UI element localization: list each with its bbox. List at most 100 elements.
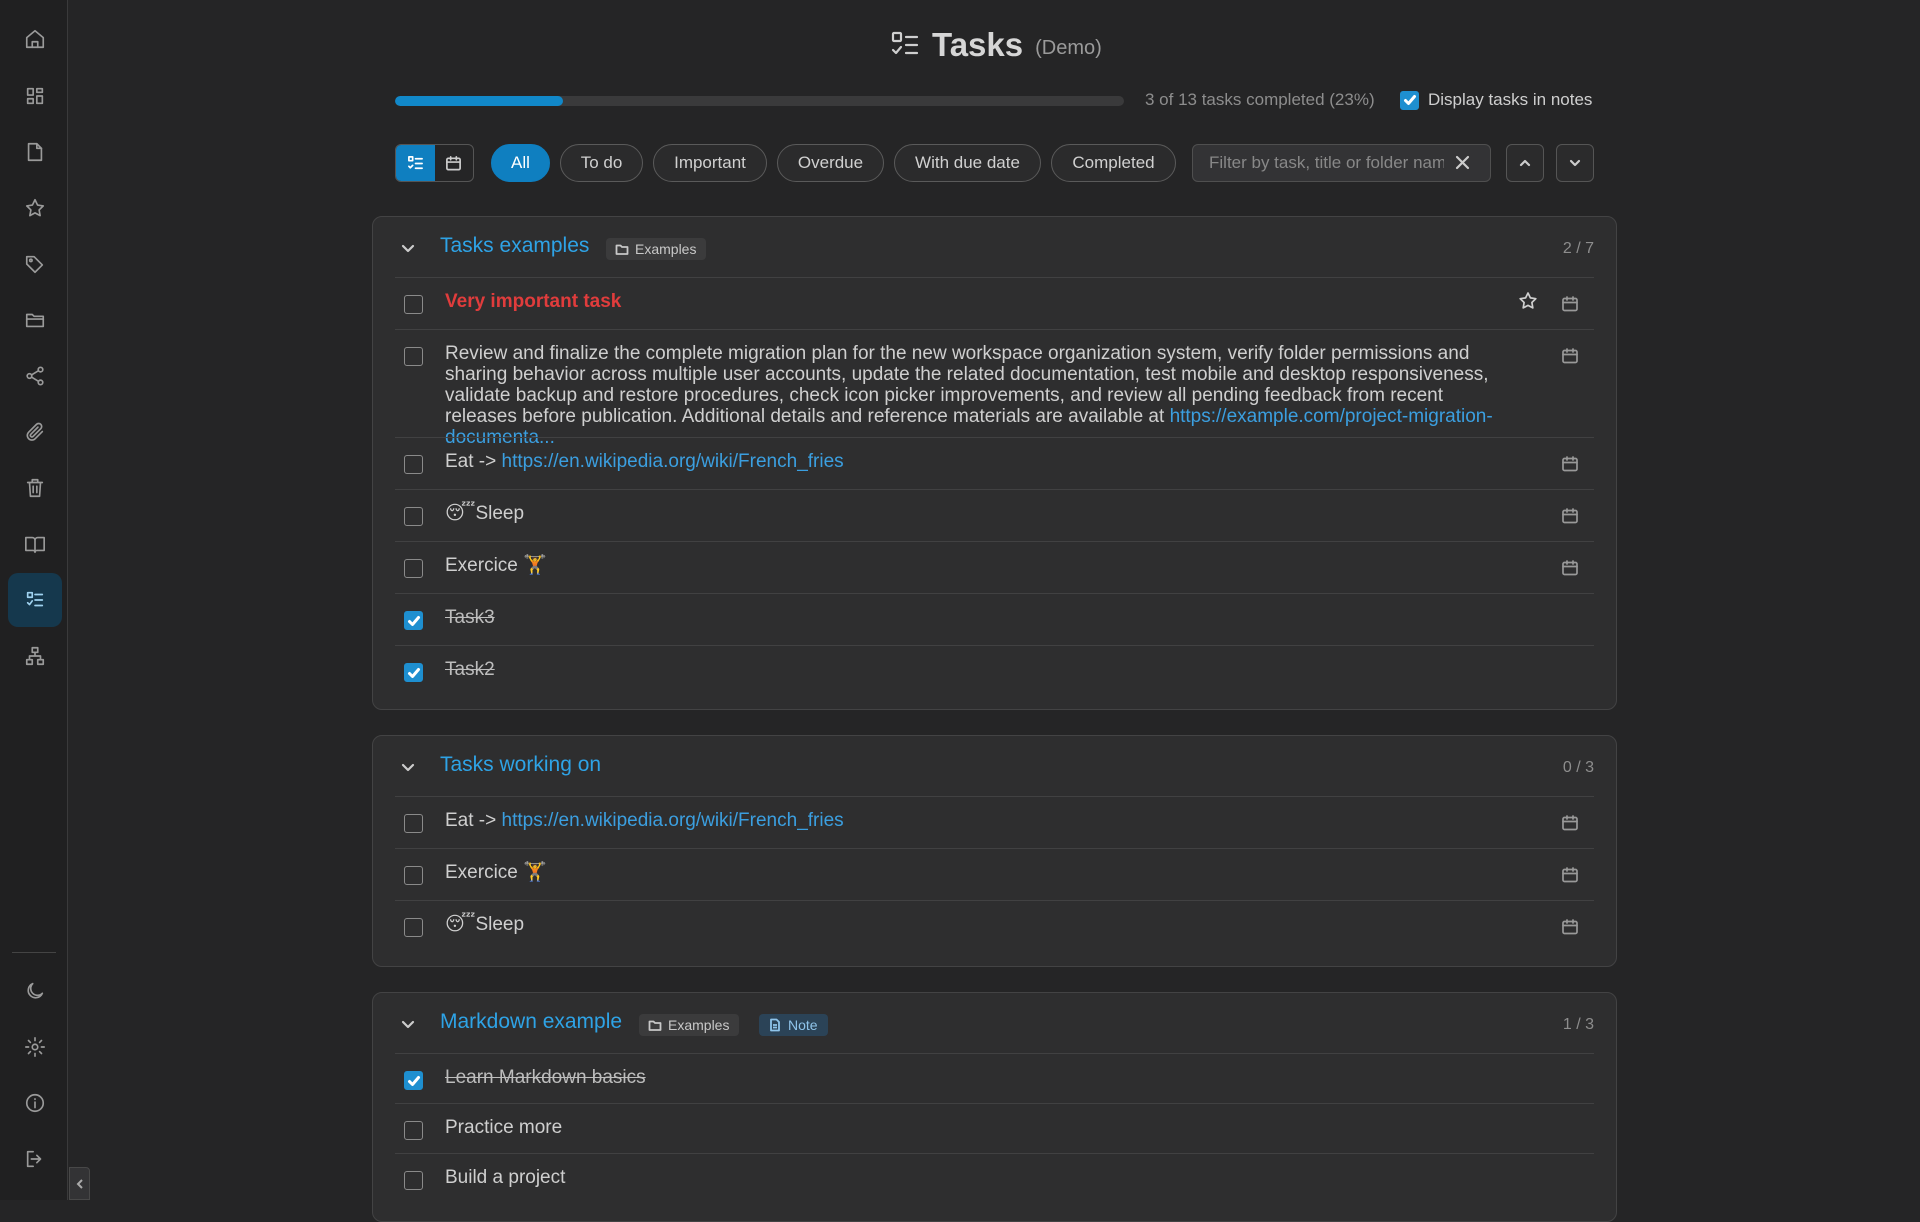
group-collapse-button[interactable] [399, 1015, 417, 1033]
task-text[interactable]: Exercice 🏋 [445, 862, 547, 883]
task-text[interactable]: 😴Sleep [445, 914, 524, 935]
theme-icon[interactable] [8, 964, 62, 1018]
chevron-left-icon [76, 1178, 83, 1189]
task-checkbox[interactable] [404, 918, 423, 937]
filter-important[interactable]: Important [653, 144, 767, 182]
list-view-button[interactable] [396, 145, 435, 181]
task-text[interactable]: Eat -> https://en.wikipedia.org/wiki/Fre… [445, 810, 844, 831]
due-date-calendar-icon[interactable] [1561, 814, 1579, 837]
task-checkbox[interactable] [404, 1171, 423, 1190]
task-text[interactable]: Task3 [445, 607, 495, 628]
folder-tag[interactable]: Examples [639, 1014, 740, 1036]
sidebar-divider [12, 952, 56, 953]
home-icon[interactable] [8, 12, 62, 66]
tag-icon[interactable] [8, 237, 62, 291]
due-date-calendar-icon[interactable] [1561, 455, 1579, 478]
display-tasks-toggle[interactable]: Display tasks in notes [1400, 90, 1592, 110]
task-row: 😴Sleep [395, 489, 1594, 541]
task-group-markdown-example: Markdown example Examples Note 1 / 3 Lea… [372, 992, 1617, 1222]
group-collapse-button[interactable] [399, 239, 417, 257]
task-row: Eat -> https://en.wikipedia.org/wiki/Fre… [395, 796, 1594, 848]
important-star-icon[interactable] [1518, 291, 1538, 316]
grid-icon[interactable] [8, 69, 62, 123]
chevron-down-icon [401, 1020, 415, 1029]
filter-all[interactable]: All [491, 144, 550, 182]
task-link[interactable]: https://en.wikipedia.org/wiki/French_fri… [502, 810, 844, 831]
task-checkbox[interactable] [404, 295, 423, 314]
filter-todo[interactable]: To do [560, 144, 643, 182]
filter-overdue[interactable]: Overdue [777, 144, 884, 182]
task-checkbox[interactable] [404, 1121, 423, 1140]
task-text[interactable]: 😴Sleep [445, 503, 524, 524]
task-link[interactable]: https://en.wikipedia.org/wiki/French_fri… [502, 451, 844, 472]
task-group-tasks-examples: Tasks examples Examples 2 / 7 Very impor… [372, 216, 1617, 710]
expand-all-button[interactable] [1556, 144, 1594, 182]
group-title[interactable]: Tasks working on [440, 753, 601, 777]
display-tasks-checkbox[interactable] [1400, 90, 1419, 110]
task-text[interactable]: Eat -> https://en.wikipedia.org/wiki/Fre… [445, 451, 844, 472]
note-tag-label: Note [788, 1017, 818, 1033]
task-text-body: Eat -> [445, 451, 502, 472]
task-text[interactable]: Practice more [445, 1117, 562, 1138]
folder-tag[interactable]: Examples [606, 238, 707, 260]
task-row: Practice more [395, 1103, 1594, 1153]
task-row: Task3 [395, 593, 1594, 645]
note-tag[interactable]: Note [759, 1014, 828, 1036]
task-row: Exercice 🏋 [395, 541, 1594, 593]
search-input[interactable] [1209, 153, 1444, 173]
task-checkbox[interactable] [404, 663, 423, 682]
due-date-calendar-icon[interactable] [1561, 866, 1579, 889]
sitemap-icon[interactable] [8, 629, 62, 683]
calendar-view-button[interactable] [435, 145, 474, 181]
book-icon[interactable] [8, 517, 62, 571]
share-icon[interactable] [8, 349, 62, 403]
display-tasks-label: Display tasks in notes [1428, 90, 1593, 109]
filter-with-due-date[interactable]: With due date [894, 144, 1041, 182]
paperclip-icon[interactable] [8, 405, 62, 459]
gear-icon[interactable] [8, 1020, 62, 1074]
task-row: 😴Sleep [395, 900, 1594, 952]
due-date-calendar-icon[interactable] [1561, 295, 1579, 318]
task-text[interactable]: Task2 [445, 659, 495, 680]
collapse-all-button[interactable] [1506, 144, 1544, 182]
sidebar [0, 0, 68, 1200]
note-icon[interactable] [8, 125, 62, 179]
trash-icon[interactable] [8, 461, 62, 515]
task-checkbox[interactable] [404, 455, 423, 474]
task-checkbox[interactable] [404, 559, 423, 578]
group-title[interactable]: Tasks examples [440, 234, 589, 258]
logout-icon[interactable] [8, 1132, 62, 1186]
task-checkbox[interactable] [404, 611, 423, 630]
tasks-icon[interactable] [8, 573, 62, 627]
collapse-sidebar-button[interactable] [69, 1167, 90, 1200]
folder-tag-label: Examples [668, 1017, 730, 1033]
due-date-calendar-icon[interactable] [1561, 559, 1579, 582]
group-collapse-button[interactable] [399, 758, 417, 776]
due-date-calendar-icon[interactable] [1561, 507, 1579, 530]
view-toggle [395, 144, 474, 182]
task-text[interactable]: Build a project [445, 1167, 565, 1188]
filter-completed[interactable]: Completed [1051, 144, 1176, 182]
task-text[interactable]: Very important task [445, 291, 621, 312]
task-checkbox[interactable] [404, 866, 423, 885]
task-checkbox[interactable] [404, 507, 423, 526]
task-checkbox[interactable] [404, 1071, 423, 1090]
note-icon [770, 1018, 780, 1032]
due-date-calendar-icon[interactable] [1561, 347, 1579, 370]
group-count: 2 / 7 [1562, 240, 1594, 257]
task-text[interactable]: Exercice 🏋 [445, 555, 547, 576]
info-icon[interactable] [8, 1076, 62, 1130]
task-text[interactable]: Learn Markdown basics [445, 1067, 646, 1088]
task-checkbox[interactable] [404, 814, 423, 833]
task-text[interactable]: Review and finalize the complete migrati… [445, 343, 1520, 448]
due-date-calendar-icon[interactable] [1561, 918, 1579, 941]
star-icon[interactable] [8, 181, 62, 235]
group-title[interactable]: Markdown example [440, 1010, 622, 1034]
filter-toolbar: All To do Important Overdue With due dat… [395, 143, 1595, 183]
folder-icon[interactable] [8, 293, 62, 347]
task-text-body: Eat -> [445, 810, 502, 831]
clear-search-button[interactable] [1455, 155, 1470, 175]
page-subtitle: (Demo) [1035, 36, 1102, 59]
group-count: 0 / 3 [1562, 759, 1594, 776]
task-checkbox[interactable] [404, 347, 423, 366]
